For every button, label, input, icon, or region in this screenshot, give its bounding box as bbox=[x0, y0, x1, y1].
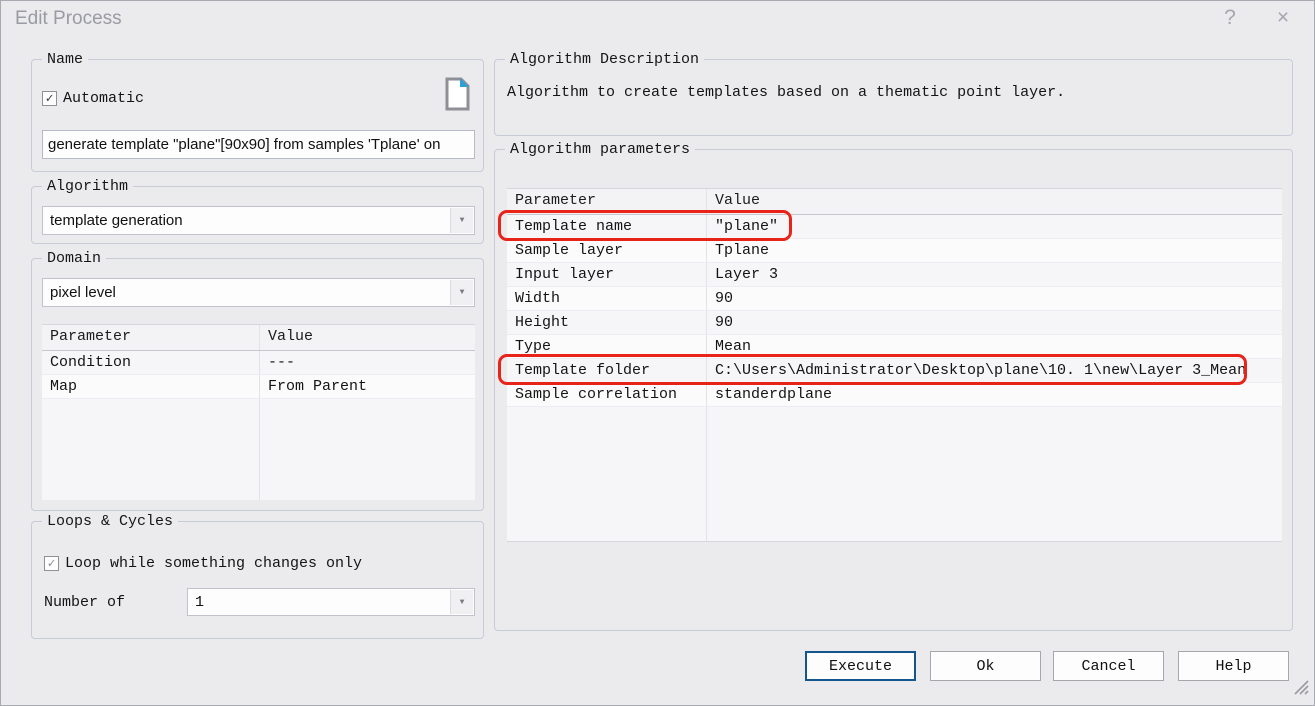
value-cell[interactable]: 90 bbox=[707, 311, 1282, 334]
algorithm-description-group: Algorithm Description Algorithm to creat… bbox=[494, 59, 1293, 136]
column-header-parameter: Parameter bbox=[42, 325, 260, 350]
param-cell: Sample correlation bbox=[507, 383, 707, 406]
domain-selected-value: pixel level bbox=[50, 284, 116, 301]
loops-cycles-group: Loops & Cycles ✓ Loop while something ch… bbox=[31, 521, 484, 639]
parameters-group-label: Algorithm parameters bbox=[505, 140, 695, 159]
empty-value-column bbox=[707, 407, 1282, 541]
automatic-checkbox[interactable]: ✓ bbox=[42, 91, 57, 106]
new-document-icon bbox=[444, 77, 471, 116]
table-row[interactable]: Condition --- bbox=[42, 351, 475, 375]
help-button[interactable]: Help bbox=[1178, 651, 1289, 681]
algorithm-parameters-table: Parameter Value Template name ″plane″ Sa… bbox=[507, 188, 1282, 542]
table-row-sample-correlation[interactable]: Sample correlation standerdplane bbox=[507, 383, 1282, 407]
param-cell: Type bbox=[507, 335, 707, 358]
value-cell[interactable]: standerdplane bbox=[707, 383, 1282, 406]
table-row-width[interactable]: Width 90 bbox=[507, 287, 1282, 311]
param-cell: Width bbox=[507, 287, 707, 310]
number-of-dropdown[interactable]: 1 ▼ bbox=[187, 588, 475, 616]
number-of-value: 1 bbox=[195, 594, 204, 611]
table-header: Parameter Value bbox=[507, 189, 1282, 215]
loop-checkbox-label: Loop while something changes only bbox=[65, 555, 362, 572]
param-cell: Input layer bbox=[507, 263, 707, 286]
value-cell[interactable]: Layer 3 bbox=[707, 263, 1282, 286]
chevron-down-icon: ▼ bbox=[450, 590, 473, 614]
value-cell[interactable]: Mean bbox=[707, 335, 1282, 358]
chevron-down-icon: ▼ bbox=[450, 280, 473, 305]
domain-parameter-table: Parameter Value Condition --- Map From P… bbox=[42, 324, 475, 500]
algorithm-dropdown[interactable]: template generation ▼ bbox=[42, 206, 475, 235]
algorithm-group: Algorithm template generation ▼ bbox=[31, 186, 484, 244]
table-empty-area bbox=[42, 399, 475, 500]
table-row-type[interactable]: Type Mean bbox=[507, 335, 1282, 359]
close-icon[interactable]: × bbox=[1269, 6, 1297, 30]
algorithm-group-label: Algorithm bbox=[42, 177, 133, 196]
value-cell[interactable]: Tplane bbox=[707, 239, 1282, 262]
domain-group: Domain pixel level ▼ Parameter Value Con… bbox=[31, 258, 484, 511]
domain-dropdown[interactable]: pixel level ▼ bbox=[42, 278, 475, 307]
loop-while-changes-checkbox[interactable]: ✓ bbox=[44, 556, 59, 571]
value-cell[interactable]: 90 bbox=[707, 287, 1282, 310]
automatic-checkbox-row: ✓ Automatic bbox=[42, 90, 144, 107]
value-cell[interactable]: From Parent bbox=[260, 375, 475, 398]
cancel-button[interactable]: Cancel bbox=[1053, 651, 1164, 681]
process-name-input[interactable] bbox=[42, 130, 475, 159]
empty-param-column bbox=[42, 399, 260, 500]
table-row-template-folder[interactable]: Template folder C:\Users\Administrator\D… bbox=[507, 359, 1282, 383]
dialog-help-icon[interactable]: ? bbox=[1216, 6, 1244, 30]
table-row-template-name[interactable]: Template name ″plane″ bbox=[507, 215, 1282, 239]
algorithm-parameters-group: Algorithm parameters Parameter Value Tem… bbox=[494, 149, 1293, 631]
column-header-value: Value bbox=[707, 189, 1282, 214]
description-group-label: Algorithm Description bbox=[505, 50, 704, 69]
loop-checkbox-row: ✓ Loop while something changes only bbox=[44, 555, 362, 572]
value-cell[interactable]: C:\Users\Administrator\Desktop\plane\10.… bbox=[707, 359, 1282, 382]
algorithm-description-text: Algorithm to create templates based on a… bbox=[507, 84, 1065, 101]
page-title: Edit Process bbox=[15, 8, 122, 30]
param-cell: Condition bbox=[42, 351, 260, 374]
param-cell: Template name bbox=[507, 215, 707, 238]
name-group: Name ✓ Automatic bbox=[31, 59, 484, 172]
param-cell: Map bbox=[42, 375, 260, 398]
param-cell: Template folder bbox=[507, 359, 707, 382]
table-row-sample-layer[interactable]: Sample layer Tplane bbox=[507, 239, 1282, 263]
loops-group-label: Loops & Cycles bbox=[42, 512, 178, 531]
table-header: Parameter Value bbox=[42, 325, 475, 351]
ok-button[interactable]: Ok bbox=[930, 651, 1041, 681]
automatic-checkbox-label: Automatic bbox=[63, 90, 144, 107]
table-row-height[interactable]: Height 90 bbox=[507, 311, 1282, 335]
number-of-label: Number of bbox=[44, 594, 125, 611]
name-group-label: Name bbox=[42, 50, 88, 69]
column-header-parameter: Parameter bbox=[507, 189, 707, 214]
table-row-input-layer[interactable]: Input layer Layer 3 bbox=[507, 263, 1282, 287]
chevron-down-icon: ▼ bbox=[450, 208, 473, 233]
column-header-value: Value bbox=[260, 325, 475, 350]
check-icon: ✓ bbox=[46, 92, 54, 105]
algorithm-selected-value: template generation bbox=[50, 212, 183, 229]
empty-param-column bbox=[507, 407, 707, 541]
resize-grip[interactable] bbox=[1294, 680, 1309, 700]
empty-value-column bbox=[260, 399, 475, 500]
execute-button[interactable]: Execute bbox=[805, 651, 916, 681]
domain-group-label: Domain bbox=[42, 249, 106, 268]
param-cell: Sample layer bbox=[507, 239, 707, 262]
value-cell[interactable]: --- bbox=[260, 351, 475, 374]
value-cell[interactable]: ″plane″ bbox=[707, 215, 1282, 238]
param-cell: Height bbox=[507, 311, 707, 334]
check-icon: ✓ bbox=[48, 557, 56, 570]
table-empty-area bbox=[507, 407, 1282, 541]
table-row[interactable]: Map From Parent bbox=[42, 375, 475, 399]
edit-process-dialog: Edit Process ? × Name ✓ Automatic Algori… bbox=[0, 0, 1315, 706]
